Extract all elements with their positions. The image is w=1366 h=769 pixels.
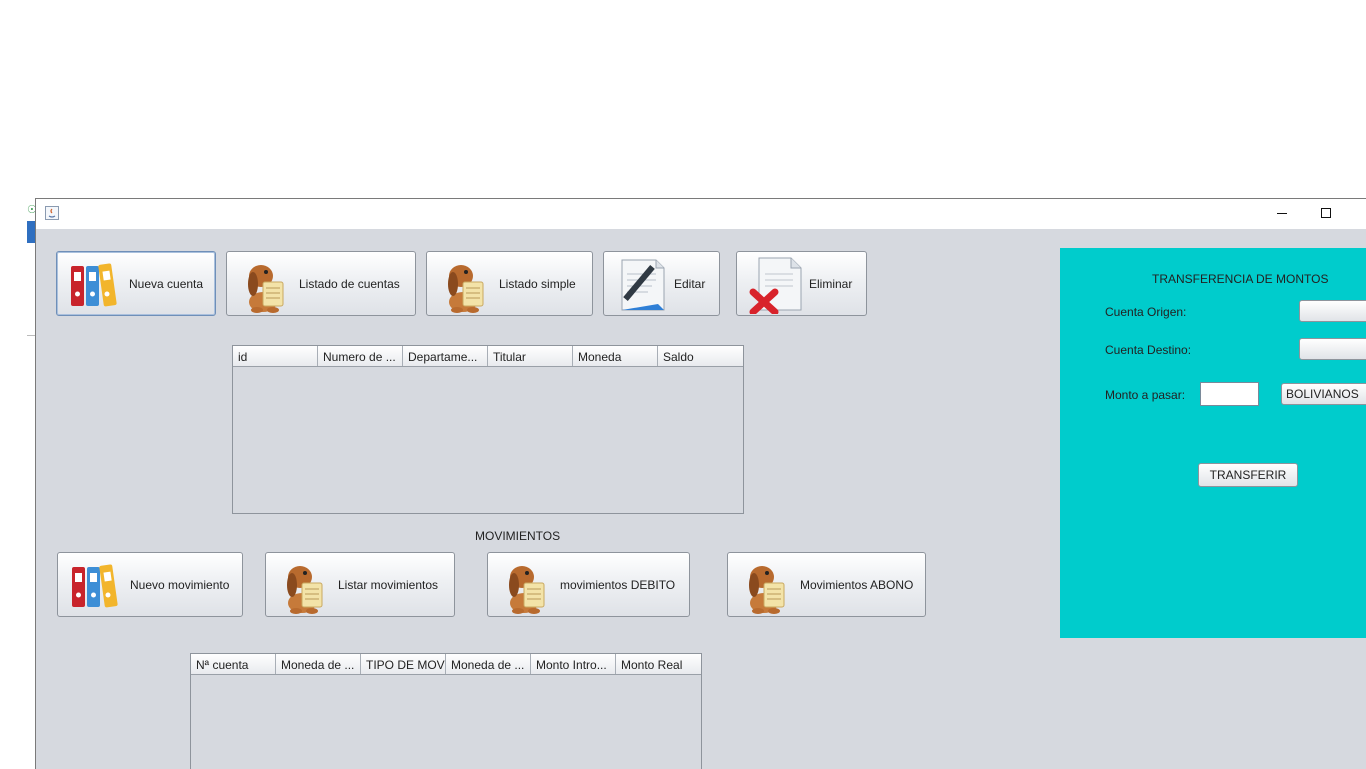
dog-with-scroll-icon [439, 254, 495, 314]
amount-input[interactable] [1200, 382, 1259, 406]
new-movement-label: Nuevo movimiento [130, 577, 230, 592]
red-x-document-icon [749, 254, 805, 315]
new-account-button[interactable]: Nueva cuenta [56, 251, 216, 316]
account-list-button[interactable]: Listado de cuentas [226, 251, 416, 316]
currency-value: BOLIVIANOS [1286, 387, 1359, 401]
simple-list-label: Listado simple [499, 276, 576, 291]
dog-with-scroll-icon [740, 555, 796, 615]
transfer-panel: TRANSFERENCIA DE MONTOS Cuenta Origen: C… [1060, 248, 1366, 638]
new-movement-button[interactable]: Nuevo movimiento [57, 552, 243, 617]
origin-account-select[interactable] [1299, 300, 1366, 322]
edit-label: Editar [674, 276, 706, 291]
origin-account-label: Cuenta Origen: [1105, 305, 1187, 319]
movements-table-header: Nª cuenta Moneda de ... TIPO DE MOV Mone… [191, 654, 701, 675]
column-header[interactable]: Monto Intro... [531, 654, 616, 674]
edit-button[interactable]: Editar [603, 251, 720, 316]
column-header[interactable]: Departame... [403, 346, 488, 366]
credit-movements-label: Movimientos ABONO [800, 577, 914, 592]
list-movements-label: Listar movimientos [338, 577, 439, 592]
column-header[interactable]: Monto Real [616, 654, 701, 674]
list-movements-button[interactable]: Listar movimientos [265, 552, 455, 617]
destination-account-label: Cuenta Destino: [1105, 343, 1192, 357]
java-app-icon [45, 206, 59, 220]
column-header[interactable]: Moneda de ... [276, 654, 361, 674]
debit-movements-button[interactable]: movimientos DEBITO [487, 552, 690, 617]
destination-account-select[interactable] [1299, 338, 1366, 360]
movements-table[interactable]: Nª cuenta Moneda de ... TIPO DE MOV Mone… [190, 653, 702, 769]
column-header[interactable]: TIPO DE MOV [361, 654, 446, 674]
simple-list-button[interactable]: Listado simple [426, 251, 593, 316]
accounts-table-header: id Numero de ... Departame... Titular Mo… [233, 346, 743, 367]
account-list-label: Listado de cuentas [299, 276, 400, 291]
column-header[interactable]: Numero de ... [318, 346, 403, 366]
binders-icon [69, 254, 125, 314]
dog-with-scroll-icon [278, 555, 334, 615]
credit-movements-button[interactable]: Movimientos ABONO [727, 552, 926, 617]
new-account-label: Nueva cuenta [129, 276, 204, 291]
minimize-icon[interactable] [1272, 203, 1292, 223]
dog-with-scroll-icon [239, 254, 295, 314]
title-bar [36, 199, 1366, 229]
delete-label: Eliminar [809, 276, 853, 291]
column-header[interactable]: Saldo [658, 346, 743, 366]
maximize-icon[interactable] [1316, 203, 1336, 223]
delete-button[interactable]: Eliminar [736, 251, 867, 316]
column-header[interactable]: Moneda [573, 346, 658, 366]
column-header[interactable]: Titular [488, 346, 573, 366]
currency-select[interactable]: BOLIVIANOS [1281, 383, 1366, 405]
accounts-table[interactable]: id Numero de ... Departame... Titular Mo… [232, 345, 744, 514]
pen-document-icon [618, 254, 670, 314]
app-window: Nueva cuenta Listado de cuentas Listado … [35, 198, 1366, 769]
amount-label: Monto a pasar: [1105, 388, 1186, 402]
dog-with-scroll-icon [500, 555, 556, 615]
movements-section-title: MOVIMIENTOS [475, 529, 561, 543]
transfer-button[interactable]: TRANSFERIR [1198, 463, 1298, 487]
debit-movements-label: movimientos DEBITO [560, 577, 676, 592]
transfer-title: TRANSFERENCIA DE MONTOS [1152, 272, 1329, 286]
transfer-button-label: TRANSFERIR [1209, 468, 1287, 482]
column-header[interactable]: Moneda de ... [446, 654, 531, 674]
column-header[interactable]: Nª cuenta [191, 654, 276, 674]
column-header[interactable]: id [233, 346, 318, 366]
binders-icon [70, 555, 126, 615]
